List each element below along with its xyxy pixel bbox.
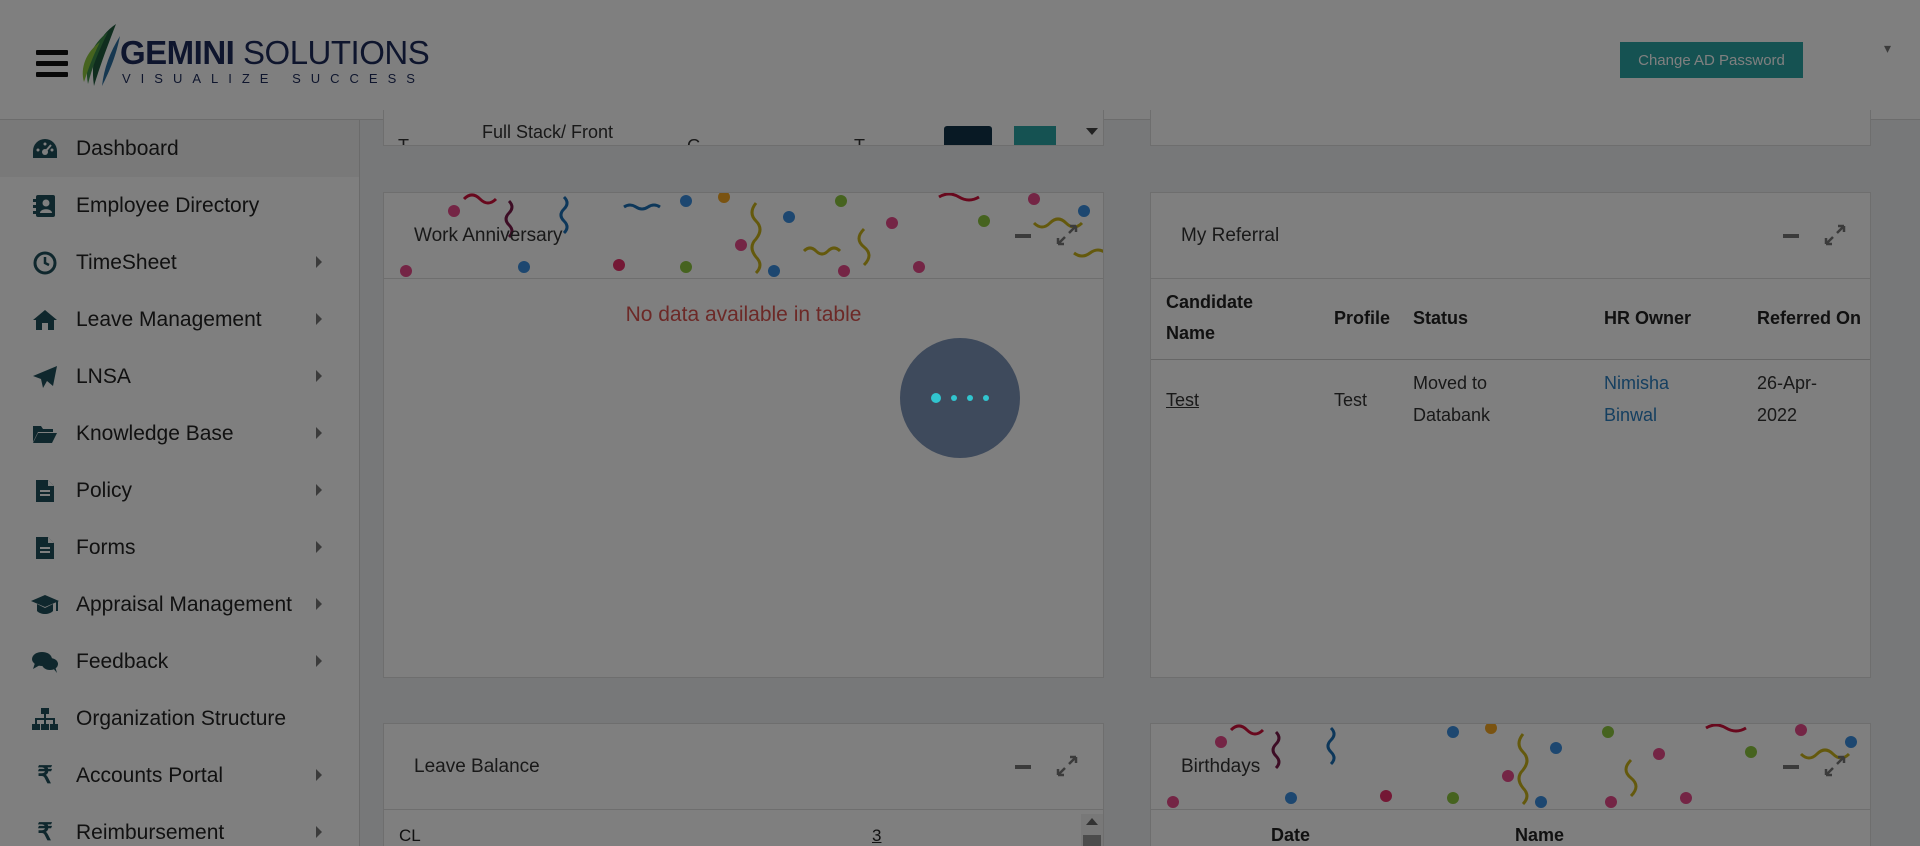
loader-dot xyxy=(951,395,957,401)
loading-spinner xyxy=(900,338,1020,458)
loader-dot xyxy=(931,393,941,403)
loader-dot xyxy=(967,395,973,401)
loader-dot xyxy=(983,395,989,401)
